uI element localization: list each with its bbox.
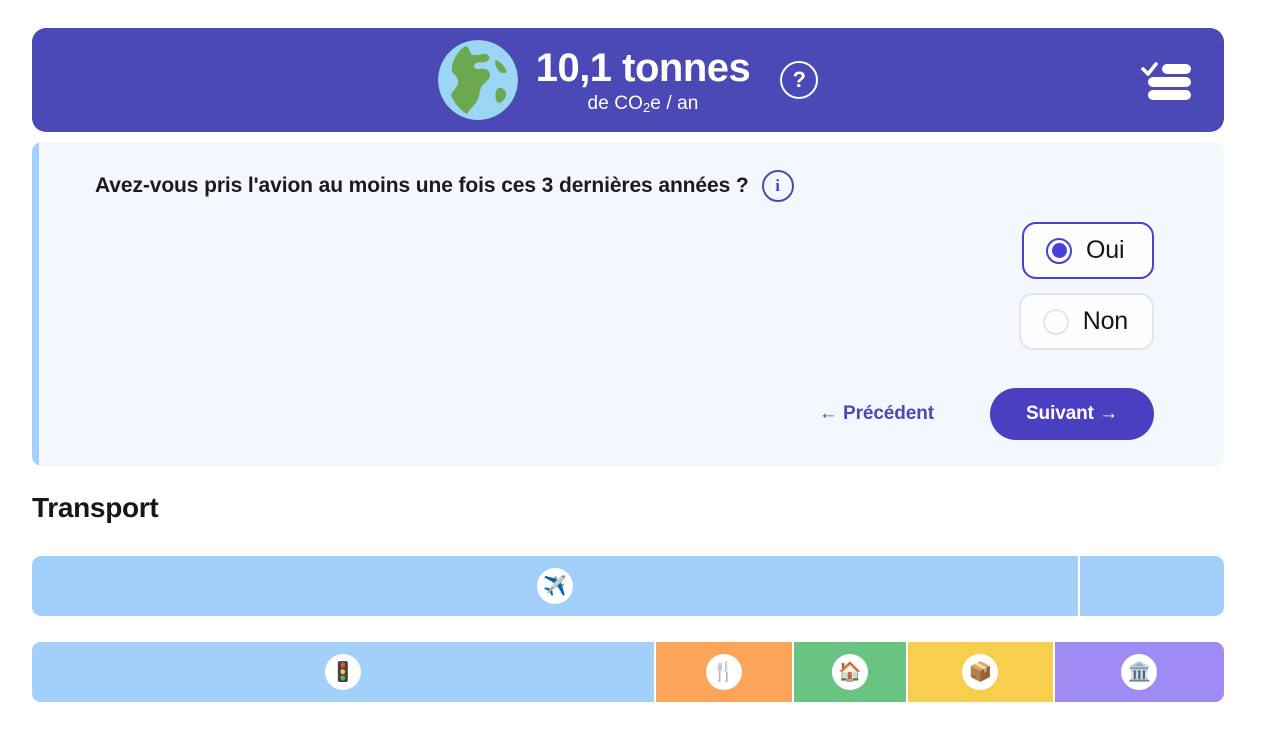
help-icon[interactable]: ? [780,61,819,99]
info-icon[interactable]: i [761,170,794,202]
classical-building-icon: 🏛️ [1121,654,1158,690]
radio-icon-non [1042,308,1069,335]
previous-button[interactable]: ← Précédent [819,403,934,425]
question-card: Avez-vous pris l'avion au moins une fois… [32,142,1224,466]
radio-dot [1051,243,1067,258]
categories-bar[interactable]: 🚦 🍴 🏠 📦 🏛️ [32,642,1224,702]
bar-segment-transport[interactable]: 🚦 [32,642,654,702]
bar-segment-avion[interactable]: ✈️ [32,556,1079,616]
answer-label-non: Non [1082,307,1128,335]
app-header: 10,1 tonnes de CO2e / an ? [32,28,1224,132]
unit-suffix: e / an [650,92,699,114]
bar-segment-autres[interactable] [1078,556,1224,616]
answer-option-oui[interactable]: Oui [1022,222,1154,279]
navigation-row: ← Précédent Suivant → [819,388,1154,440]
traffic-light-icon: 🚦 [324,654,361,690]
radio-icon-oui [1046,237,1072,264]
header-center-group: 10,1 tonnes de CO2e / an ? [437,40,819,120]
footprint-value: 10,1 tonnes [535,45,751,90]
footprint-unit: de CO2e / an [587,92,699,115]
package-icon: 📦 [962,654,999,690]
question-row: Avez-vous pris l'avion au moins une fois… [95,170,794,202]
card-accent-bar [32,142,39,466]
transport-detail-bar[interactable]: ✈️ [32,556,1224,616]
answer-options: Oui Non [1018,222,1154,350]
carbon-footprint-simulator: 10,1 tonnes de CO2e / an ? Avez-vous pri… [0,0,1274,734]
section-title: Transport [32,492,159,523]
airplane-icon: ✈️ [537,568,573,604]
unit-subscript: 2 [642,99,651,115]
house-icon: 🏠 [832,654,868,690]
answer-option-non[interactable]: Non [1018,293,1154,350]
checklist-menu-icon[interactable] [1140,58,1194,102]
bar-segment-services-publics[interactable]: 🏛️ [1052,642,1224,702]
bar-segment-divers[interactable]: 📦 [906,642,1053,702]
question-text: Avez-vous pris l'avion au moins une fois… [95,174,749,197]
globe-europe-africa-icon [437,40,518,120]
fork-and-knife-icon: 🍴 [705,654,742,690]
next-button[interactable]: Suivant → [989,388,1154,440]
footprint-total: 10,1 tonnes de CO2e / an [535,45,751,115]
bar-segment-logement[interactable]: 🏠 [791,642,907,702]
unit-prefix: de CO [587,92,643,114]
answer-label-oui: Oui [1086,236,1125,264]
bar-segment-alimentation[interactable]: 🍴 [653,642,792,702]
